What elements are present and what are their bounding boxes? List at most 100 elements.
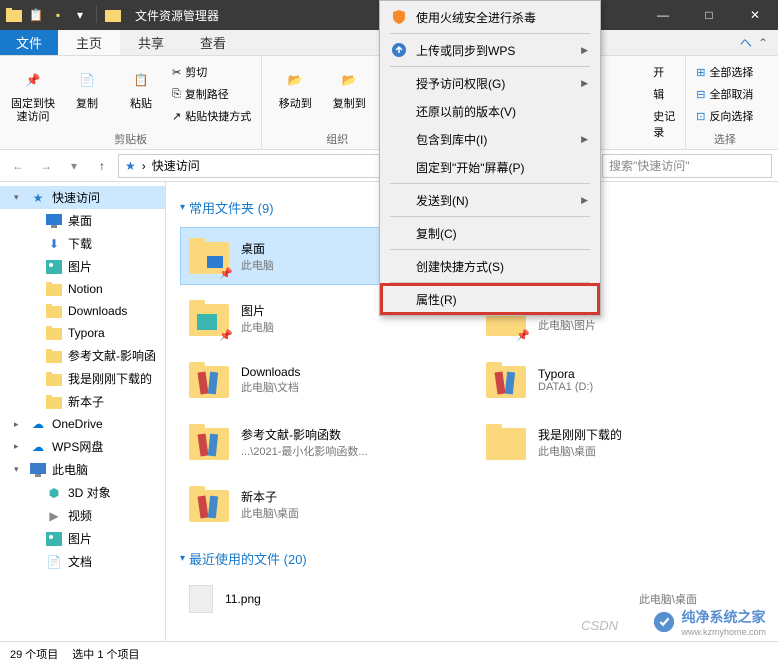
sidebar-item-1[interactable]: 桌面: [0, 209, 165, 232]
chevron-right-icon: ▶: [581, 134, 588, 145]
item-count: 29 个项目: [10, 646, 58, 662]
selected-count: 选中 1 个项目: [72, 646, 139, 662]
sidebar-item-13[interactable]: ⬢3D 对象: [0, 481, 165, 504]
props-icon[interactable]: ▪: [48, 5, 68, 25]
menu-item-5[interactable]: 还原以前的版本(V): [382, 97, 598, 125]
chevron-right-icon: ▶: [581, 78, 588, 89]
menu-item-9[interactable]: 发送到(N)▶: [382, 186, 598, 214]
file-icon: [187, 585, 215, 613]
pin-quickaccess-button[interactable]: 📌 固定到快速访问: [8, 60, 58, 129]
select-none-button[interactable]: ⊟全部取消: [694, 84, 755, 104]
sidebar[interactable]: ▾★快速访问桌面⬇下载图片NotionDownloadsTypora参考文献-影…: [0, 182, 166, 641]
maximize-button[interactable]: □: [686, 0, 732, 30]
window-controls: — □ ✕: [640, 0, 778, 30]
menu-item-6[interactable]: 包含到库中(I)▶: [382, 125, 598, 153]
explorer-icon: [103, 5, 123, 25]
sidebar-item-14[interactable]: ▶视频: [0, 504, 165, 527]
copy-path-button[interactable]: ⎘复制路径: [170, 84, 253, 104]
menu-item-0[interactable]: 使用火绒安全进行杀毒: [382, 3, 598, 31]
menu-separator: [390, 282, 590, 283]
chevron-right-icon: ▶: [581, 45, 588, 56]
download-icon: ⬇: [46, 236, 62, 252]
back-button[interactable]: ←: [6, 154, 30, 178]
sidebar-item-5[interactable]: Downloads: [0, 300, 165, 322]
menu-item-13[interactable]: 创建快捷方式(S): [382, 252, 598, 280]
sidebar-item-0[interactable]: ▾★快速访问: [0, 186, 165, 209]
pictures-icon: [46, 259, 62, 275]
sidebar-item-8[interactable]: 我是刚刚下载的: [0, 367, 165, 390]
path-icon: ⎘: [172, 88, 181, 101]
paste-button[interactable]: 📋 粘贴: [116, 60, 166, 129]
folder-icon: [46, 394, 62, 410]
sidebar-item-9[interactable]: 新本子: [0, 390, 165, 413]
copy-button[interactable]: 📄 复制: [62, 60, 112, 129]
menu-item-11[interactable]: 复制(C): [382, 219, 598, 247]
folder-item-8[interactable]: 新本子此电脑\桌面: [180, 475, 467, 533]
close-button[interactable]: ✕: [732, 0, 778, 30]
invert-selection-button[interactable]: ⊡反向选择: [694, 106, 755, 126]
folder-icon: 📌: [187, 234, 231, 278]
tab-file[interactable]: 文件: [0, 30, 58, 55]
desktop-icon: [46, 213, 62, 229]
pin-icon: 📌: [516, 329, 530, 342]
tab-view[interactable]: 查看: [182, 30, 244, 55]
menu-item-4[interactable]: 授予访问权限(G)▶: [382, 69, 598, 97]
sidebar-item-15[interactable]: 图片: [0, 527, 165, 550]
tab-home[interactable]: 主页: [58, 30, 120, 55]
sidebar-item-16[interactable]: 📄文档: [0, 550, 165, 573]
onedrive-icon: ☁: [30, 416, 46, 432]
copyto-button[interactable]: 📂 复制到: [324, 60, 374, 129]
sidebar-item-7[interactable]: 参考文献-影响函: [0, 344, 165, 367]
folder-icon: [187, 420, 231, 464]
menu-item-2[interactable]: 上传或同步到WPS▶: [382, 36, 598, 64]
sidebar-item-2[interactable]: ⬇下载: [0, 232, 165, 255]
cut-button[interactable]: ✂剪切: [170, 62, 253, 82]
menu-separator: [390, 183, 590, 184]
open-button[interactable]: 开: [651, 62, 677, 82]
menu-item-15[interactable]: 属性(R): [382, 285, 598, 313]
select-all-button[interactable]: ⊞全部选择: [694, 62, 755, 82]
csdn-watermark: CSDN: [581, 618, 618, 633]
brand-watermark: 纯净系统之家 www.kzmyhome.com: [653, 607, 766, 637]
folder-item-4[interactable]: Downloads此电脑\文档: [180, 351, 467, 409]
scissors-icon: ✂: [172, 66, 181, 79]
forward-button[interactable]: →: [34, 154, 58, 178]
sidebar-item-12[interactable]: ▾此电脑: [0, 458, 165, 481]
up-button[interactable]: ↑: [90, 154, 114, 178]
folder-icon: [46, 371, 62, 387]
recent-section-header[interactable]: 最近使用的文件 (20): [180, 549, 764, 568]
folder-item-6[interactable]: 参考文献-影响函数...\2021-最小化影响函数...: [180, 413, 467, 471]
save-icon[interactable]: 📋: [26, 5, 46, 25]
sidebar-item-4[interactable]: Notion: [0, 278, 165, 300]
folder-item-7[interactable]: 我是刚刚下载的此电脑\桌面: [477, 413, 764, 471]
dropdown-icon[interactable]: ▾: [70, 5, 90, 25]
recent-dropdown[interactable]: ▾: [62, 154, 86, 178]
selectall-icon: ⊞: [696, 66, 705, 79]
sidebar-item-10[interactable]: ▸☁OneDrive: [0, 413, 165, 435]
pin-icon: 📌: [219, 329, 233, 342]
sidebar-item-6[interactable]: Typora: [0, 322, 165, 344]
menu-icon: [390, 290, 408, 308]
menu-item-7[interactable]: 固定到"开始"屏幕(P): [382, 153, 598, 181]
folder-item-5[interactable]: TyporaDATA1 (D:): [477, 351, 764, 409]
documents-icon: 📄: [46, 554, 62, 570]
sidebar-item-3[interactable]: 图片: [0, 255, 165, 278]
copyto-icon: 📂: [333, 64, 365, 96]
menu-separator: [390, 249, 590, 250]
menu-icon: [390, 130, 408, 148]
tab-share[interactable]: 共享: [120, 30, 182, 55]
history-button[interactable]: 史记录: [651, 106, 677, 142]
moveto-button[interactable]: 📂 移动到: [270, 60, 320, 129]
help-icon[interactable]: ヘ: [740, 34, 752, 51]
paste-shortcut-button[interactable]: ↗粘贴快捷方式: [170, 106, 253, 126]
folder-icon: 📌: [187, 296, 231, 340]
sidebar-item-11[interactable]: ▸☁WPS网盘: [0, 435, 165, 458]
edit-button[interactable]: 辑: [651, 84, 677, 104]
collapse-ribbon-icon[interactable]: ⌃: [758, 36, 768, 50]
copy-icon: 📄: [71, 64, 103, 96]
menu-icon: [390, 158, 408, 176]
minimize-button[interactable]: —: [640, 0, 686, 30]
folder-icon: [187, 482, 231, 526]
menu-icon: [390, 257, 408, 275]
search-input[interactable]: 搜索"快速访问": [602, 154, 772, 178]
